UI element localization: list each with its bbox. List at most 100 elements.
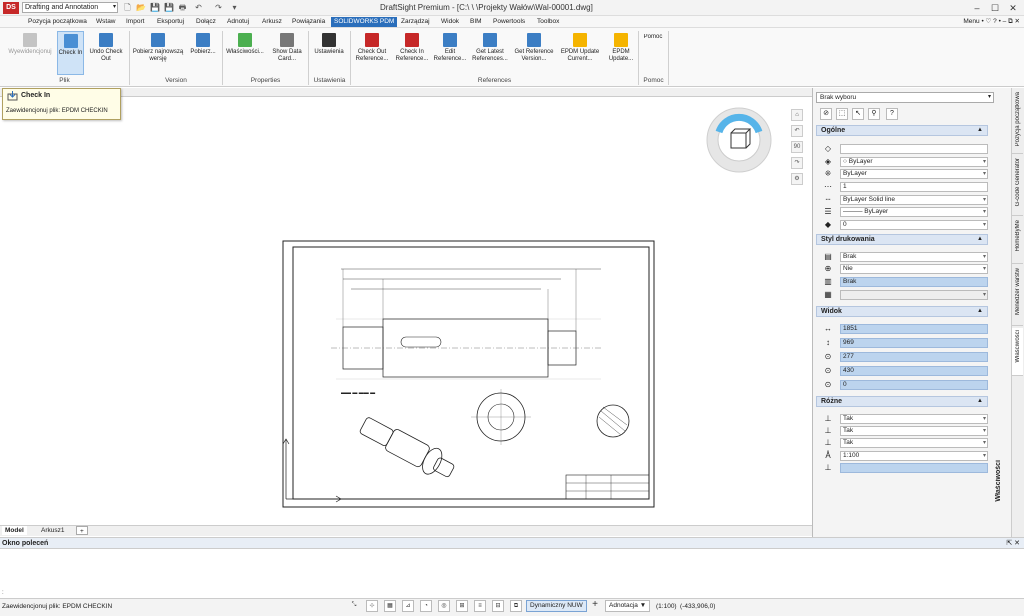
- tab-gcode-generator[interactable]: G-code Generator: [1012, 156, 1023, 216]
- prop-print-type[interactable]: ▾: [840, 290, 988, 300]
- menu-adnotuj[interactable]: Adnotuj: [224, 17, 252, 27]
- snap-icon[interactable]: ⤡: [348, 600, 360, 612]
- save-all-icon[interactable]: 💾: [164, 3, 174, 12]
- prop-center-x[interactable]: 277: [840, 352, 988, 362]
- prop-view-height[interactable]: 969: [840, 338, 988, 348]
- customize-icon[interactable]: ▾: [230, 3, 239, 12]
- prop-print-table[interactable]: Nie ▾: [840, 264, 988, 274]
- prop-view-width[interactable]: 1851: [840, 324, 988, 334]
- prop-color[interactable]: [840, 144, 988, 154]
- filter-icon[interactable]: ⚲: [868, 108, 880, 120]
- settings-button[interactable]: Ustawienia: [311, 31, 347, 75]
- get-latest-references-button[interactable]: Get Latest References...: [470, 31, 510, 75]
- add-layout-button[interactable]: +: [76, 526, 88, 535]
- prop-layer[interactable]: ByLayer ▾: [840, 169, 988, 179]
- prop-ucs-name[interactable]: [840, 463, 988, 473]
- close-button[interactable]: ✕: [1006, 2, 1020, 14]
- prop-print-style[interactable]: Brak ▾: [840, 252, 988, 262]
- new-file-icon[interactable]: 🗋: [123, 3, 132, 12]
- prop-ucs-origin[interactable]: Tak ▾: [840, 426, 988, 436]
- help-button[interactable]: Pomoc: [641, 34, 665, 44]
- show-data-card-button[interactable]: Show Data Card...: [268, 31, 306, 75]
- properties-button[interactable]: Właściwości...: [225, 31, 265, 75]
- save-icon[interactable]: 💾: [150, 3, 160, 12]
- get-latest-button[interactable]: Pobierz najnowszą wersję: [132, 31, 184, 75]
- prop-transparency[interactable]: 0 ▾: [840, 220, 988, 230]
- menu-eksportuj[interactable]: Eksportuj: [154, 17, 187, 27]
- command-prompt[interactable]: :: [2, 590, 4, 596]
- tab-homebyme[interactable]: HomeByMe: [1012, 218, 1023, 264]
- menu-wstaw[interactable]: Wstaw: [93, 17, 119, 27]
- tab-arkusz1[interactable]: Arkusz1: [38, 526, 67, 535]
- home-view-icon[interactable]: ⌂: [791, 109, 803, 121]
- pick-add-icon[interactable]: ↖: [852, 108, 864, 120]
- prop-ucs-per-viewport[interactable]: Tak ▾: [840, 438, 988, 448]
- select-objects-icon[interactable]: ⬚: [836, 108, 848, 120]
- tab-properties[interactable]: Właściwości: [1012, 328, 1023, 376]
- annotation-dropdown[interactable]: Adnotacja ▼: [605, 600, 651, 612]
- menu-zarzadzaj[interactable]: Zarządzaj: [398, 17, 433, 27]
- polar-icon[interactable]: ◔: [420, 600, 432, 612]
- prop-annotation-scale[interactable]: 1:100 ▾: [840, 451, 988, 461]
- section-general[interactable]: Ogólne ▲: [816, 125, 988, 136]
- menu-import[interactable]: Import: [123, 17, 147, 27]
- tab-model[interactable]: Model: [2, 526, 27, 535]
- checkout-button[interactable]: Wyewidencjonuj: [6, 31, 54, 75]
- tab-layer-manager[interactable]: Menedżer warstw: [1012, 266, 1023, 326]
- prop-linetype[interactable]: ByLayer Solid line ▾: [840, 195, 988, 205]
- plus-icon[interactable]: +: [589, 600, 601, 612]
- undo-icon[interactable]: ↶: [194, 3, 203, 12]
- epdm-update-current-button[interactable]: EPDM Update Current...: [558, 31, 602, 75]
- command-history[interactable]: [0, 549, 1024, 597]
- menu-right-controls[interactable]: Menu • ♡ ? • – ⧉ ✕: [963, 17, 1020, 27]
- get-version-button[interactable]: Pobierz...: [186, 31, 220, 75]
- view-cube[interactable]: [706, 107, 772, 173]
- grid-icon[interactable]: ▦: [384, 600, 396, 612]
- prop-center-y[interactable]: 430: [840, 366, 988, 376]
- menu-widok[interactable]: Widok: [438, 17, 462, 27]
- undo-checkout-button[interactable]: Undo Check Out: [86, 31, 126, 75]
- minimize-button[interactable]: –: [970, 2, 984, 14]
- tab-pozycja-poczatkowa[interactable]: Pozycja początkowa: [1012, 90, 1023, 154]
- checkin-reference-button[interactable]: Check In Reference...: [393, 31, 431, 75]
- ortho-icon[interactable]: ⊿: [402, 600, 414, 612]
- esnap-icon[interactable]: ◎: [438, 600, 450, 612]
- etrack-icon[interactable]: ⊞: [456, 600, 468, 612]
- view-settings-icon[interactable]: ⚙: [791, 173, 803, 185]
- menu-bim[interactable]: BIM: [467, 17, 485, 27]
- prop-ucs-on[interactable]: Tak ▾: [840, 414, 988, 424]
- epdm-update-button[interactable]: EPDM Update...: [604, 31, 638, 75]
- prop-center-z[interactable]: 0: [840, 380, 988, 390]
- get-reference-version-button[interactable]: Get Reference Version...: [512, 31, 556, 75]
- selection-dropdown[interactable]: Brak wyboru ▾: [816, 92, 994, 103]
- print-icon[interactable]: 🖶: [178, 3, 187, 12]
- prop-linescale[interactable]: 1: [840, 182, 988, 192]
- menu-powertools[interactable]: Powertools: [490, 17, 528, 27]
- model-space-icon[interactable]: ⊟: [492, 600, 504, 612]
- section-print-style[interactable]: Styl drukowania ▲: [816, 234, 988, 245]
- menu-solidworks-pdm[interactable]: SOLIDWORKS PDM: [331, 17, 398, 27]
- prop-lineweight[interactable]: ——— ByLayer ▾: [840, 207, 988, 217]
- checkin-button[interactable]: Check In: [57, 31, 84, 75]
- lineweight-icon[interactable]: ≡: [474, 600, 486, 612]
- menu-dolacz[interactable]: Dołącz: [193, 17, 219, 27]
- menu-arkusz[interactable]: Arkusz: [259, 17, 285, 27]
- prop-color-value[interactable]: ○ ByLayer ▾: [840, 157, 988, 167]
- open-folder-icon[interactable]: 📂: [136, 3, 146, 12]
- menu-pozycja[interactable]: Pozycja początkowa: [25, 17, 90, 27]
- rotate-left-icon[interactable]: ↶: [791, 125, 803, 137]
- menu-powiazania[interactable]: Powiązania: [289, 17, 328, 27]
- section-misc[interactable]: Różne ▲: [816, 396, 988, 407]
- workspace-select[interactable]: Drafting and Annotation ▾: [22, 2, 118, 13]
- prop-print-space[interactable]: Brak: [840, 277, 988, 287]
- quick-input-icon[interactable]: ⧉: [510, 600, 522, 612]
- redo-icon[interactable]: ↷: [214, 3, 223, 12]
- edit-reference-button[interactable]: Edit Reference...: [432, 31, 468, 75]
- section-view[interactable]: Widok ▲: [816, 306, 988, 317]
- maximize-button[interactable]: ☐: [988, 2, 1002, 14]
- checkout-reference-button[interactable]: Check Out Reference...: [353, 31, 391, 75]
- snap-toggle-icon[interactable]: ⊹: [366, 600, 378, 612]
- menu-toolbox[interactable]: Toolbox: [534, 17, 562, 27]
- quick-select-icon[interactable]: ⊘: [820, 108, 832, 120]
- zoom-level-button[interactable]: 90: [791, 141, 803, 153]
